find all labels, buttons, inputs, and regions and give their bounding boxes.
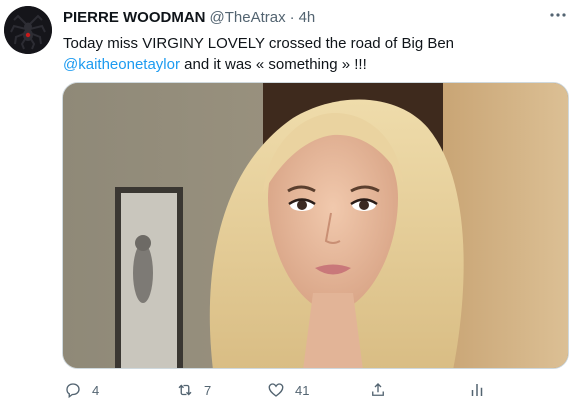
heart-icon [268,383,284,397]
reply-button[interactable]: 4 [64,378,99,402]
tweet-photo[interactable] [62,82,569,369]
more-horizontal-icon[interactable] [548,8,568,22]
avatar[interactable] [4,6,52,54]
analytics-icon [471,384,483,396]
spider-logo [4,6,52,54]
timestamp[interactable]: 4h [299,9,316,26]
share-button[interactable] [369,378,387,402]
reply-icon [66,383,80,399]
author-name[interactable]: PIERRE WOODMAN [63,9,206,26]
analytics-button[interactable] [468,378,486,402]
tweet-actions: 4 7 41 [62,378,542,402]
author-handle[interactable]: @TheAtrax [210,9,286,26]
tweet-text-rest: and it was « something » !!! [179,56,367,73]
tweet-text: Today miss VIRGINY LOVELY crossed the ro… [63,33,568,75]
retweet-button[interactable]: 7 [176,378,211,402]
like-button[interactable]: 41 [267,378,309,402]
tweet-text-line1: Today miss VIRGINY LOVELY crossed the ro… [63,35,455,52]
separator: · [289,8,295,26]
tweet-text-line2: @kaitheonetaylor and it was « something … [63,54,568,75]
mention-link[interactable]: @kaitheonetaylor [63,56,180,73]
reply-count: 4 [92,382,100,398]
share-icon [372,383,384,396]
like-count: 41 [295,382,310,398]
retweet-count: 7 [204,382,212,398]
tweet-header: PIERRE WOODMAN @TheAtrax · 4h [63,6,566,28]
retweet-icon [178,384,192,396]
